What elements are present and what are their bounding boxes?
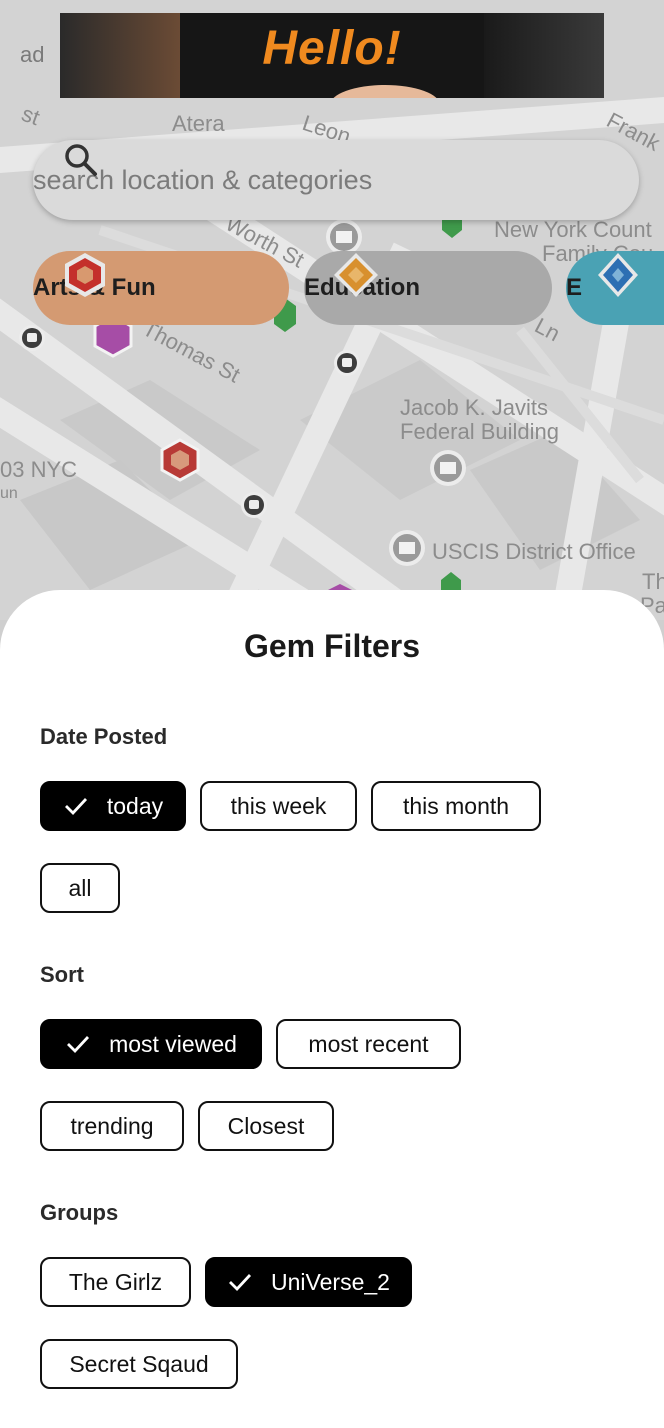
pill-label: Secret Sqaud bbox=[69, 1350, 209, 1377]
map-view[interactable]: Atera Leon Frank New York Count Family C… bbox=[0, 0, 664, 620]
sheet-title: Gem Filters bbox=[243, 628, 421, 664]
sort-heading: Sort bbox=[40, 962, 84, 987]
map-label: New York Count bbox=[494, 217, 652, 242]
sort-trending[interactable]: trending bbox=[40, 1101, 184, 1151]
sort-most-recent[interactable]: most recent bbox=[276, 1019, 461, 1069]
map-label: 03 NYC bbox=[0, 457, 78, 482]
search-icon bbox=[65, 144, 97, 176]
filter-today[interactable]: today bbox=[40, 781, 186, 831]
check-icon bbox=[67, 1036, 90, 1054]
pill-label: UniVerse_2 bbox=[271, 1268, 390, 1295]
sort-closest[interactable]: Closest bbox=[198, 1101, 334, 1151]
sort-most-viewed[interactable]: most viewed bbox=[40, 1019, 262, 1069]
arts-gem-icon bbox=[65, 253, 105, 297]
check-icon bbox=[64, 798, 87, 816]
pill-label: Closest bbox=[227, 1112, 305, 1139]
pill-label: The Girlz bbox=[68, 1268, 163, 1295]
pill-label: this month bbox=[402, 792, 510, 819]
pill-label: trending bbox=[70, 1112, 154, 1139]
group-universe-2[interactable]: UniVerse_2 bbox=[205, 1257, 412, 1307]
groups-heading: Groups bbox=[40, 1200, 119, 1225]
map-label: USCIS District Office bbox=[432, 539, 636, 564]
ad-label: ad bbox=[20, 42, 45, 67]
pill-label: most viewed bbox=[109, 1030, 237, 1057]
pill-label: today bbox=[106, 792, 164, 819]
group-secret-sqaud[interactable]: Secret Sqaud bbox=[40, 1339, 238, 1389]
category-label: E bbox=[566, 274, 583, 301]
pill-label: all bbox=[68, 874, 92, 901]
filter-all[interactable]: all bbox=[40, 863, 120, 913]
date-posted-heading: Date Posted bbox=[40, 724, 168, 749]
map-label: Jacob K. Javits bbox=[400, 395, 548, 420]
banner-text: Hello! bbox=[262, 22, 402, 75]
education-gem-icon bbox=[334, 253, 378, 297]
ad-banner[interactable]: Hello! bbox=[60, 13, 604, 98]
search-bar[interactable]: search location & categories bbox=[33, 140, 639, 220]
category-chip-arts-fun[interactable]: Arts & Fun bbox=[33, 251, 289, 325]
filter-sheet: Gem Filters Date Posted today this week … bbox=[0, 590, 664, 1428]
group-the-girlz[interactable]: The Girlz bbox=[40, 1257, 191, 1307]
pill-label: this week bbox=[230, 792, 327, 819]
category-chip-partial[interactable]: E bbox=[566, 251, 664, 325]
category-chip-education[interactable]: Education bbox=[304, 251, 552, 325]
map-label: Atera bbox=[172, 111, 225, 136]
map-label: un bbox=[0, 485, 18, 502]
map-label: Federal Building bbox=[400, 419, 559, 444]
filter-this-week[interactable]: this week bbox=[200, 781, 357, 831]
check-icon bbox=[229, 1274, 252, 1292]
filter-this-month[interactable]: this month bbox=[371, 781, 541, 831]
banner-hand-image bbox=[330, 85, 440, 98]
map-label: Th bbox=[642, 569, 664, 594]
pill-label: most recent bbox=[308, 1030, 429, 1057]
category-gem-icon bbox=[598, 253, 638, 297]
